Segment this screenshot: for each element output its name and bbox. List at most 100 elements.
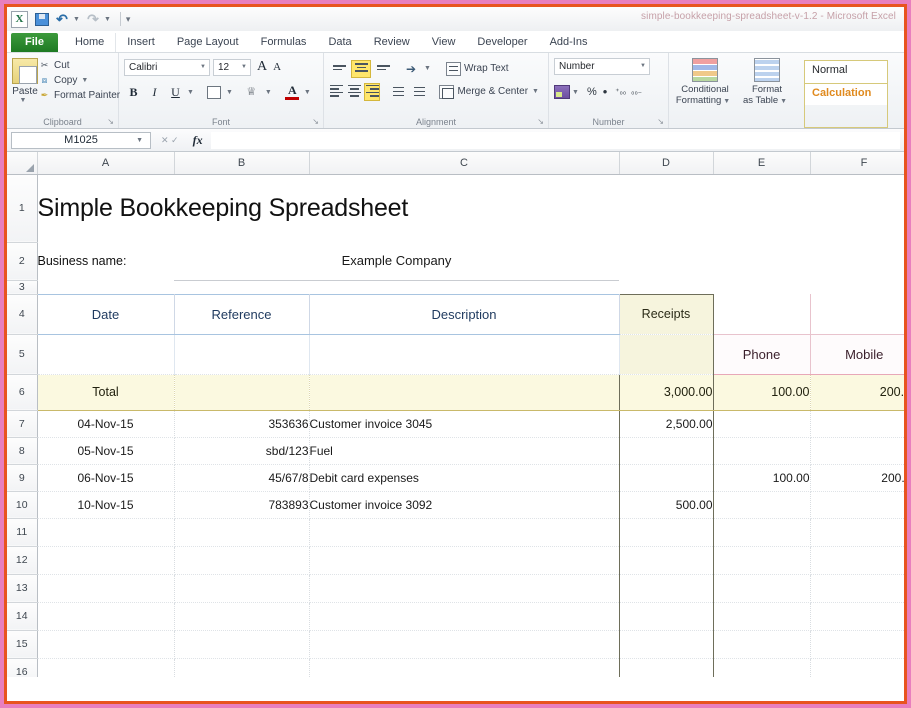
entry-phone[interactable] (713, 491, 810, 518)
cell-a5[interactable] (37, 334, 174, 374)
cell-d12[interactable] (619, 546, 713, 574)
row-header-14[interactable]: 14 (7, 602, 37, 630)
cell-a11[interactable] (37, 518, 174, 546)
font-color-button[interactable]: A (283, 83, 302, 101)
conditional-formatting-dropdown-icon[interactable]: ▼ (721, 98, 730, 105)
grow-font-icon[interactable]: A (257, 59, 267, 75)
cell-f16[interactable] (810, 658, 904, 679)
cell-c5[interactable] (309, 334, 619, 374)
decrease-indent-button[interactable] (388, 83, 407, 101)
row-header-5[interactable]: 5 (7, 334, 37, 374)
row-header-6[interactable]: 6 (7, 374, 37, 410)
entry-description[interactable]: Debit card expenses (309, 464, 619, 491)
sheet-title[interactable]: Simple Bookkeeping Spreadsheet (37, 174, 619, 242)
tab-data[interactable]: Data (317, 33, 362, 52)
cell-c12[interactable] (309, 546, 619, 574)
cell-a12[interactable] (37, 546, 174, 574)
cell-d15[interactable] (619, 630, 713, 658)
select-all-corner[interactable] (7, 152, 37, 174)
conditional-formatting-button[interactable]: Conditional Formatting ▼ (674, 56, 736, 128)
entry-receipts[interactable]: 500.00 (619, 491, 713, 518)
entry-date[interactable]: 05-Nov-15 (37, 437, 174, 464)
cell-d16[interactable] (619, 658, 713, 679)
cell-f14[interactable] (810, 602, 904, 630)
row-header-16[interactable]: 16 (7, 658, 37, 679)
orientation-button[interactable]: ➔ (402, 60, 422, 78)
cut-button[interactable]: ✂ Cut (38, 59, 120, 71)
tab-page-layout[interactable]: Page Layout (166, 33, 250, 52)
increase-indent-button[interactable] (409, 83, 428, 101)
cell-d13[interactable] (619, 574, 713, 602)
total-receipts[interactable]: 3,000.00 (619, 374, 713, 410)
cell-f13[interactable] (810, 574, 904, 602)
tab-formulas[interactable]: Formulas (250, 33, 318, 52)
entry-phone[interactable]: 100.00 (713, 464, 810, 491)
worksheet-grid[interactable]: A B C D E F 1 Simple Bookkeeping Spreads… (7, 152, 904, 679)
cell-b5[interactable] (174, 334, 309, 374)
borders-dropdown-icon[interactable]: ▼ (226, 89, 233, 96)
header-receipts[interactable]: Receipts (619, 294, 713, 334)
cell-a13[interactable] (37, 574, 174, 602)
cell-a14[interactable] (37, 602, 174, 630)
column-header-d[interactable]: D (619, 152, 713, 174)
cell-b15[interactable] (174, 630, 309, 658)
cell-f11[interactable] (810, 518, 904, 546)
cell-e4[interactable] (713, 294, 810, 334)
row-header-12[interactable]: 12 (7, 546, 37, 574)
entry-phone[interactable] (713, 410, 810, 437)
row-header-7[interactable]: 7 (7, 410, 37, 437)
align-middle-button[interactable] (351, 60, 371, 78)
cell-f3[interactable] (810, 280, 904, 294)
row-header-1[interactable]: 1 (7, 174, 37, 242)
copy-dropdown-icon[interactable]: ▼ (81, 77, 88, 84)
font-color-dropdown-icon[interactable]: ▼ (304, 89, 311, 96)
cell-b6[interactable] (174, 374, 309, 410)
entry-mobile[interactable] (810, 491, 904, 518)
align-left-button[interactable] (329, 83, 345, 101)
cell-f1[interactable] (810, 174, 904, 242)
cell-style-normal[interactable]: Normal (805, 61, 887, 83)
borders-button[interactable] (205, 83, 224, 101)
entry-mobile[interactable] (810, 437, 904, 464)
header-description[interactable]: Description (309, 294, 619, 334)
cell-a3[interactable] (37, 280, 174, 294)
align-right-button[interactable] (364, 83, 380, 101)
percent-style-button[interactable]: % (587, 86, 597, 98)
cell-d5[interactable] (619, 334, 713, 374)
business-name-value[interactable]: Example Company (174, 242, 619, 280)
cell-c14[interactable] (309, 602, 619, 630)
header-mobile[interactable]: Mobile (810, 334, 904, 374)
cell-b14[interactable] (174, 602, 309, 630)
fill-color-dropdown-icon[interactable]: ▼ (265, 89, 272, 96)
row-header-11[interactable]: 11 (7, 518, 37, 546)
cell-e13[interactable] (713, 574, 810, 602)
total-mobile[interactable]: 200.00 (810, 374, 904, 410)
cell-e14[interactable] (713, 602, 810, 630)
align-bottom-button[interactable] (373, 60, 393, 78)
cell-style-calculation[interactable]: Calculation (805, 83, 887, 105)
cell-c15[interactable] (309, 630, 619, 658)
column-header-a[interactable]: A (37, 152, 174, 174)
italic-button[interactable]: I (145, 83, 164, 101)
cell-d14[interactable] (619, 602, 713, 630)
cell-e15[interactable] (713, 630, 810, 658)
underline-dropdown-icon[interactable]: ▼ (187, 89, 194, 96)
cell-e2[interactable] (713, 242, 810, 280)
copy-button[interactable]: ⧈ Copy ▼ (38, 74, 120, 86)
column-header-f[interactable]: F (810, 152, 904, 174)
cell-a16[interactable] (37, 658, 174, 679)
cell-c16[interactable] (309, 658, 619, 679)
header-date[interactable]: Date (37, 294, 174, 334)
insert-function-icon[interactable]: fx (193, 133, 203, 148)
shrink-font-icon[interactable]: A (273, 61, 281, 73)
business-name-label[interactable]: Business name: (37, 242, 174, 280)
cell-d1[interactable] (619, 174, 713, 242)
entry-reference[interactable]: sbd/123 (174, 437, 309, 464)
format-as-table-button[interactable]: Format as Table ▼ (736, 56, 798, 128)
cell-f2[interactable] (810, 242, 904, 280)
entry-reference[interactable]: 783893 (174, 491, 309, 518)
entry-receipts[interactable] (619, 464, 713, 491)
tab-review[interactable]: Review (363, 33, 421, 52)
entry-reference[interactable]: 45/67/8 (174, 464, 309, 491)
tab-file[interactable]: File (11, 33, 58, 52)
